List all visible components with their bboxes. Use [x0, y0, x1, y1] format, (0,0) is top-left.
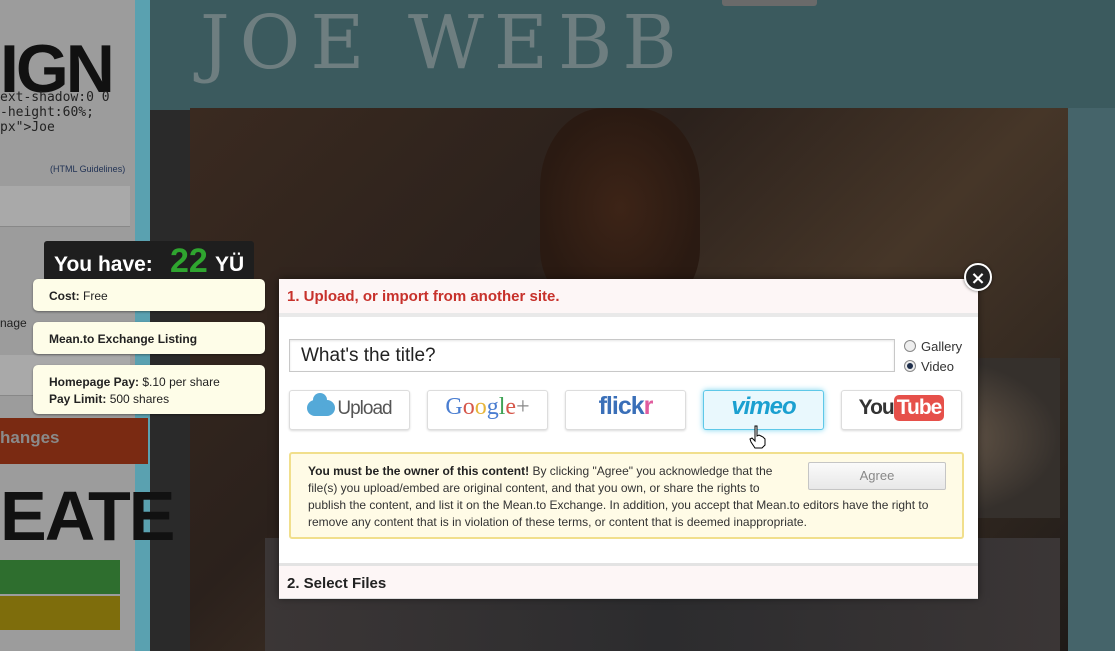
pay-card: Homepage Pay: $.10 per share Pay Limit: … [33, 365, 265, 414]
credits-label: You have: [54, 253, 153, 276]
background-create-heading: EATE [0, 477, 175, 555]
radio-video[interactable]: Video [904, 359, 954, 374]
pay-limit-label: Pay Limit: [49, 392, 107, 406]
upload-label: Upload [337, 398, 392, 419]
background-page-title: JOE WEBB [200, 0, 687, 86]
background-field [0, 186, 130, 227]
close-icon[interactable]: × [964, 263, 992, 291]
flickr-button[interactable]: flickr [565, 390, 686, 430]
youtube-button[interactable]: You Tube [841, 390, 962, 430]
flickr-logo: flickr [598, 392, 654, 420]
radio-video-label: Video [921, 359, 955, 374]
radio-gallery-label: Gallery [921, 339, 963, 354]
radio-video-circle[interactable] [904, 360, 916, 372]
agreement-box: You must be the owner of this content! B… [289, 452, 964, 539]
credits-amount: 22 [170, 242, 208, 280]
background-green-button[interactable] [0, 560, 120, 594]
photo-subject [540, 108, 700, 308]
cost-label: Cost: [49, 289, 80, 303]
vimeo-logo: vimeo [731, 393, 796, 420]
homepage-pay-value: $.10 per share [142, 375, 220, 389]
homepage-pay-label: Homepage Pay: [49, 375, 140, 389]
save-changes-button[interactable]: hanges [0, 418, 148, 464]
vimeo-button[interactable]: vimeo [703, 390, 824, 430]
background-code-snippet: ext-shadow:0 0 -height:60%; px">Joe [0, 90, 110, 135]
upload-button[interactable]: Upload [289, 390, 410, 430]
cloud-upload-icon [307, 393, 336, 416]
google-plus-button[interactable]: Google+ [427, 390, 548, 430]
credits-balance: You have: 22 YÜ [44, 241, 254, 281]
youtube-logo-tube: Tube [893, 395, 945, 421]
background-top-button [722, 0, 817, 6]
youtube-logo-you: You [858, 396, 895, 419]
radio-gallery[interactable]: Gallery [904, 339, 962, 354]
section-select-files-title: 2. Select Files [287, 575, 387, 592]
agree-button[interactable]: Agree [808, 462, 946, 490]
background-manage-label: nage [0, 316, 27, 330]
background-yellow-button[interactable] [0, 596, 120, 630]
agreement-lead: You must be the owner of this content! [308, 464, 530, 478]
listing-card: Mean.to Exchange Listing [33, 322, 265, 354]
html-guidelines-link[interactable]: (HTML Guidelines) [50, 164, 125, 174]
listing-label: Mean.to Exchange Listing [49, 332, 198, 346]
credits-unit: YÜ [215, 253, 245, 276]
section-upload-title: 1. Upload, or import from another site. [287, 288, 560, 305]
cost-card: Cost: Free [33, 279, 265, 311]
google-plus-logo: Google+ [445, 394, 530, 420]
section-select-files-header[interactable]: 2. Select Files [279, 563, 978, 599]
background-right-frame [1068, 108, 1115, 651]
pay-limit-value: 500 shares [109, 392, 170, 406]
hand-cursor-icon [749, 425, 766, 449]
title-input[interactable] [289, 339, 895, 372]
section-upload-header: 1. Upload, or import from another site. [279, 279, 978, 317]
radio-gallery-circle[interactable] [904, 340, 916, 352]
cost-value: Free [83, 289, 108, 303]
upload-modal: 1. Upload, or import from another site. … [279, 279, 978, 599]
